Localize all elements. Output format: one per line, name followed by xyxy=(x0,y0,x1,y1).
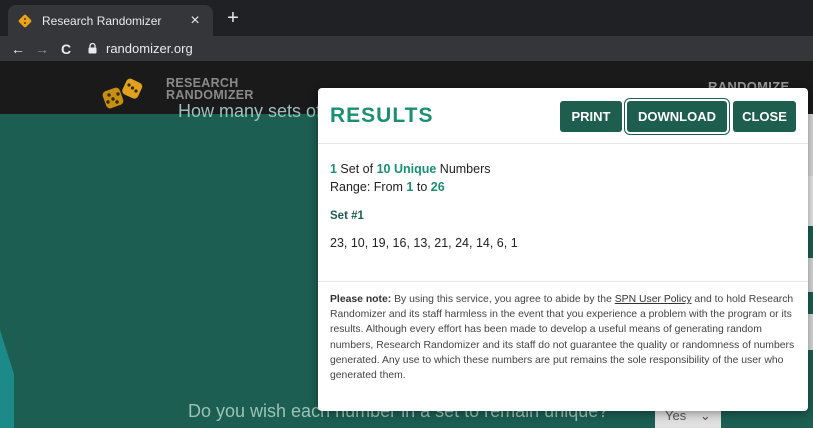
note-text-after-link: and to hold Research Randomizer and its … xyxy=(330,294,795,382)
disclaimer-note: Please note: By using this service, you … xyxy=(330,292,798,383)
url-text: randomizer.org xyxy=(106,41,193,56)
set-label: Set #1 xyxy=(330,210,364,222)
set-count: 1 xyxy=(330,162,337,176)
results-summary: 1 Set of 10 Unique Numbers xyxy=(330,160,796,178)
tab-title: Research Randomizer xyxy=(42,13,162,28)
new-tab-icon[interactable]: + xyxy=(222,8,244,28)
note-label: Please note: xyxy=(330,294,392,305)
browser-tab-research-randomizer[interactable]: Research Randomizer × xyxy=(8,5,213,36)
download-button[interactable]: DOWNLOAD xyxy=(627,101,727,132)
lock-icon xyxy=(86,42,98,56)
back-arrow-icon[interactable]: ← xyxy=(6,41,30,57)
range-middle: to xyxy=(413,180,431,194)
range-prefix: Range: From xyxy=(330,180,407,194)
number-amount-suffix: Numbers xyxy=(436,162,491,176)
tab-close-icon[interactable]: × xyxy=(187,12,203,29)
results-range: Range: From 1 to 26 xyxy=(330,178,796,196)
results-modal: RESULTS PRINT DOWNLOAD CLOSE 1 Set of 10… xyxy=(318,88,808,411)
results-body: 1 Set of 10 Unique Numbers Range: From 1… xyxy=(330,160,796,252)
close-button[interactable]: CLOSE xyxy=(733,101,796,132)
forward-arrow-icon[interactable]: → xyxy=(30,41,54,57)
logo-line-2: RANDOMIZER xyxy=(166,88,254,102)
number-amount: 10 Unique xyxy=(376,162,437,176)
dice-logo-icon xyxy=(102,78,143,109)
modal-divider xyxy=(318,281,808,282)
site-logo-text[interactable]: RESEARCH RANDOMIZER xyxy=(166,77,254,102)
address-bar[interactable]: randomizer.org xyxy=(86,38,813,59)
browser-tabstrip: Research Randomizer × + xyxy=(0,0,813,36)
set-count-suffix: Set of xyxy=(336,162,377,176)
modal-title: RESULTS xyxy=(330,104,434,127)
reload-icon[interactable]: C xyxy=(54,41,78,57)
generated-numbers: 23, 10, 19, 16, 13, 21, 24, 14, 6, 1 xyxy=(330,236,518,250)
spn-user-policy-link[interactable]: SPN User Policy xyxy=(615,294,692,305)
browser-toolbar: ← → C randomizer.org xyxy=(0,36,813,61)
modal-header: RESULTS PRINT DOWNLOAD CLOSE xyxy=(318,88,808,144)
print-button[interactable]: PRINT xyxy=(560,101,622,132)
dice-favicon-icon xyxy=(18,14,32,28)
note-text-before-link: By using this service, you agree to abid… xyxy=(391,294,615,305)
range-to: 26 xyxy=(430,180,445,194)
